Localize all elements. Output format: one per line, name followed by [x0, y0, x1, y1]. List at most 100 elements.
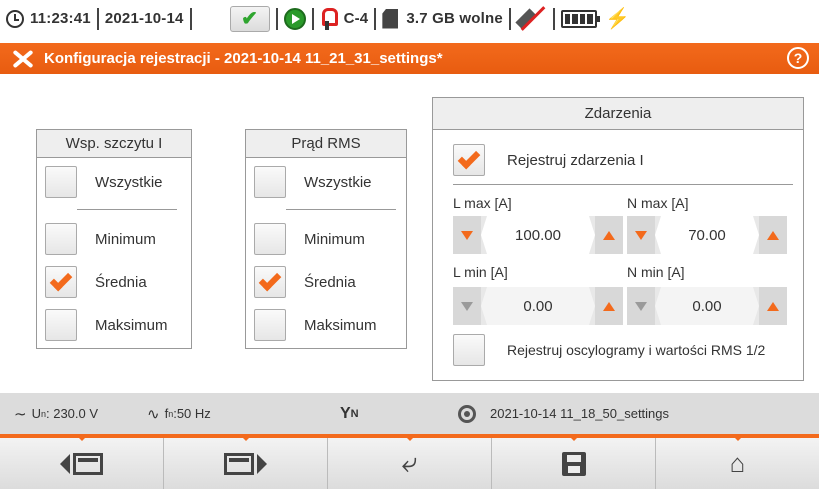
checkbox-label: Średnia: [95, 273, 147, 291]
divider: [286, 209, 396, 210]
panel-header: Zdarzenia: [433, 98, 803, 130]
rms-minimum-option[interactable]: Minimum: [254, 223, 365, 255]
frequency-wave-icon: ∿: [147, 405, 160, 423]
settings-file-name: 2021-10-14 11_18_50_settings: [490, 406, 670, 421]
checkbox-label: Wszystkie: [304, 173, 372, 191]
network-yn-icon: Y: [340, 404, 351, 422]
status-date: 2021-10-14: [104, 10, 184, 27]
status-separator: [96, 7, 99, 30]
checkbox-label: Minimum: [304, 230, 365, 248]
status-separator: [275, 7, 278, 30]
checkbox[interactable]: [453, 334, 485, 366]
l-min-value[interactable]: 0.00: [481, 287, 595, 325]
events-panel: Zdarzenia Rejestruj zdarzenia I L max [A…: [432, 97, 804, 381]
increment-button[interactable]: [595, 216, 623, 254]
previous-screen-icon: [60, 452, 103, 475]
checkbox-label: Rejestruj oscylogramy i wartości RMS 1/2: [507, 342, 766, 358]
title-bar: Konfiguracja rejestracji - 2021-10-14 11…: [0, 43, 819, 74]
divider: [453, 184, 793, 185]
crest-all-option[interactable]: Wszystkie: [45, 166, 163, 198]
n-min-stepper[interactable]: 0.00: [627, 287, 787, 325]
n-max-value[interactable]: 70.00: [655, 216, 759, 254]
register-events-option[interactable]: Rejestruj zdarzenia I: [453, 144, 644, 176]
previous-screen-button[interactable]: [0, 434, 164, 489]
l-max-value[interactable]: 100.00: [481, 216, 595, 254]
checkbox-label: Wszystkie: [95, 173, 163, 191]
status-separator: [508, 7, 511, 30]
increment-button[interactable]: [759, 287, 787, 325]
l-max-stepper[interactable]: 100.00: [453, 216, 623, 254]
checkbox[interactable]: [453, 144, 485, 176]
settings-file-info: 2021-10-14 11_18_50_settings: [458, 393, 669, 434]
help-icon[interactable]: ?: [787, 47, 809, 69]
checkbox-label: Minimum: [95, 230, 156, 248]
network-subscript: N: [350, 407, 359, 420]
register-oscillograms-option[interactable]: Rejestruj oscylogramy i wartości RMS 1/2: [453, 334, 765, 366]
clock-icon: [6, 9, 24, 28]
clock-section: 11:23:41: [0, 0, 91, 37]
rms-average-option[interactable]: Średnia: [254, 266, 356, 298]
crest-average-option[interactable]: Średnia: [45, 266, 147, 298]
l-min-stepper[interactable]: 0.00: [453, 287, 623, 325]
status-separator: [552, 7, 555, 30]
increment-button[interactable]: [759, 216, 787, 254]
crest-minimum-option[interactable]: Minimum: [45, 223, 156, 255]
checkbox-label: Maksimum: [304, 316, 377, 334]
rms-maximum-option[interactable]: Maksimum: [254, 309, 377, 341]
un-prefix: U: [31, 406, 41, 421]
decrement-button[interactable]: [627, 287, 655, 325]
home-icon: ⌂: [729, 448, 746, 478]
settings-file-icon: [458, 404, 476, 423]
increment-button[interactable]: [595, 287, 623, 325]
panel-header: Wsp. szczytu I: [37, 130, 191, 158]
home-button[interactable]: ⌂: [656, 434, 819, 489]
n-max-stepper[interactable]: 70.00: [627, 216, 787, 254]
decrement-button[interactable]: [453, 216, 481, 254]
checkbox[interactable]: [254, 166, 286, 198]
divider: [77, 209, 177, 210]
l-max-label: L max [A]: [453, 195, 512, 211]
status-separator: [189, 7, 192, 30]
crest-maximum-option[interactable]: Maksimum: [45, 309, 168, 341]
status-separator: [311, 7, 314, 30]
checkbox-label: Maksimum: [95, 316, 168, 334]
decrement-button[interactable]: [453, 287, 481, 325]
decrement-button[interactable]: [627, 216, 655, 254]
save-button[interactable]: [492, 434, 656, 489]
n-max-label: N max [A]: [627, 195, 689, 211]
back-arrow-icon: ⤶: [401, 447, 418, 478]
bottom-nav: ⤶ ⌂: [0, 434, 819, 489]
sd-card-icon: [382, 8, 399, 29]
checkbox[interactable]: [254, 223, 286, 255]
clamp-icon: [320, 7, 338, 31]
network-type: YN: [340, 393, 359, 434]
usb-disconnected-icon: [517, 5, 547, 33]
checkbox[interactable]: [45, 309, 77, 341]
checkbox-label: Rejestruj zdarzenia I: [507, 151, 644, 169]
play-icon[interactable]: [283, 7, 306, 30]
status-time: 11:23:41: [30, 10, 91, 27]
n-min-value[interactable]: 0.00: [655, 287, 759, 325]
battery-icon: [560, 9, 600, 28]
next-screen-button[interactable]: [164, 434, 328, 489]
checkbox[interactable]: [45, 166, 77, 198]
un-value: : 230.0 V: [45, 406, 99, 421]
rms-all-option[interactable]: Wszystkie: [254, 166, 372, 198]
status-separator: [374, 7, 377, 30]
checkbox[interactable]: [254, 266, 286, 298]
l-min-label: L min [A]: [453, 264, 508, 280]
status-ok-icon[interactable]: ✔: [229, 5, 270, 32]
sine-wave-icon: ∼: [14, 405, 27, 423]
nominal-voltage: ∼ Un: 230.0 V: [14, 393, 98, 434]
crest-factor-panel: Wsp. szczytu I Wszystkie Minimum Średnia…: [36, 129, 192, 349]
panel-header: Prąd RMS: [246, 130, 406, 158]
power-plug-icon: ⚡: [604, 8, 630, 30]
save-icon: [561, 451, 586, 476]
checkbox[interactable]: [45, 223, 77, 255]
status-bar: 11:23:41 2021-10-14 ✔ C-4 3.7 GB wolne ⚡: [0, 0, 819, 37]
nominal-frequency: ∿ f n:50 Hz: [147, 393, 211, 434]
back-button[interactable]: ⤶: [328, 434, 492, 489]
checkbox[interactable]: [45, 266, 77, 298]
checkbox[interactable]: [254, 309, 286, 341]
page-title: Konfiguracja rejestracji - 2021-10-14 11…: [44, 50, 443, 67]
